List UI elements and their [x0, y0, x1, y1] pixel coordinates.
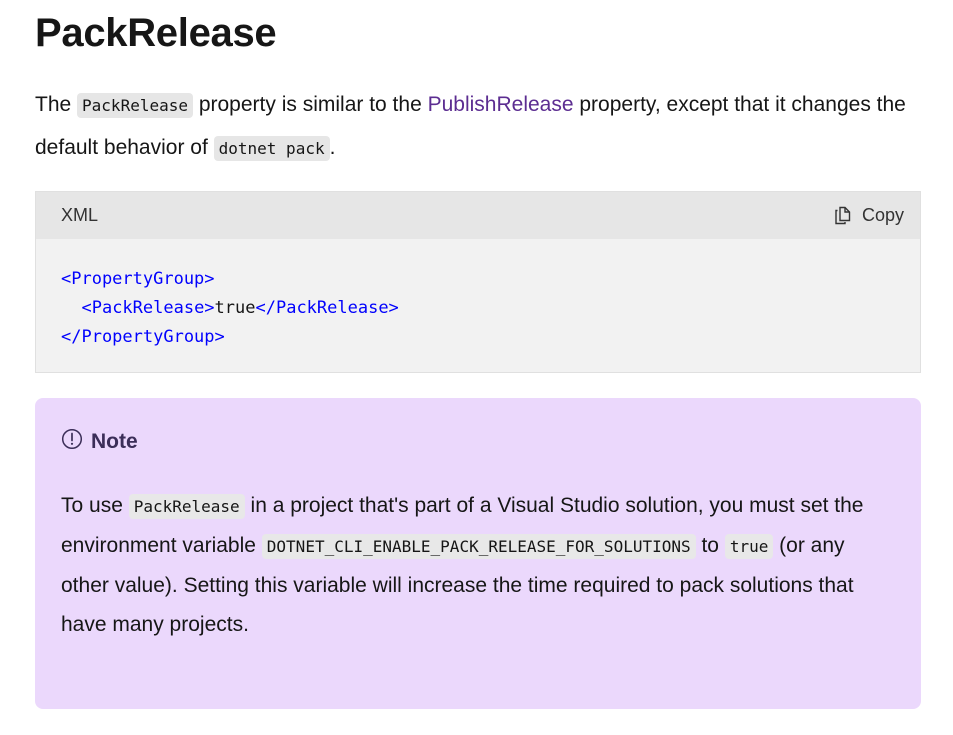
note-title: Note — [61, 428, 138, 456]
inline-code-dotnet-pack: dotnet pack — [213, 136, 330, 161]
intro-text-1: The — [35, 93, 78, 116]
copy-button[interactable]: Copy — [834, 205, 904, 226]
publishrelease-link[interactable]: PublishRelease — [428, 93, 574, 116]
inline-code-packrelease: PackRelease — [77, 93, 193, 118]
intro-text-2: property is similar to the — [193, 93, 428, 116]
xml-tag-close-packrelease: </PackRelease> — [255, 298, 399, 318]
note-code-env-var: DOTNET_CLI_ENABLE_PACK_RELEASE_FOR_SOLUT… — [261, 534, 696, 559]
xml-indent — [61, 298, 81, 318]
copy-label: Copy — [861, 205, 904, 225]
code-body: <PropertyGroup> <PackRelease>true</PackR… — [36, 239, 920, 352]
note-text-3: to — [695, 534, 725, 557]
xml-tag-open-packrelease: <PackRelease> — [81, 298, 215, 318]
xml-tag-close-propertygroup: </PropertyGroup> — [61, 327, 225, 347]
intro-paragraph: The PackRelease property is similar to t… — [35, 84, 921, 170]
code-language-label: XML — [61, 205, 99, 225]
xml-value: true — [214, 298, 256, 318]
note-title-label: Note — [91, 430, 138, 453]
info-circle-icon — [61, 428, 83, 456]
note-callout: Note To use PackRelease in a project tha… — [35, 398, 921, 709]
code-block-header: XML Copy — [36, 192, 920, 239]
intro-text-4: . — [329, 136, 336, 159]
note-body: To use PackRelease in a project that's p… — [61, 486, 895, 644]
note-code-packrelease: PackRelease — [128, 494, 245, 519]
code-block: XML Copy <PropertyGroup> <PackRelease>tr… — [35, 191, 921, 373]
xml-tag-open-propertygroup: <PropertyGroup> — [61, 269, 215, 289]
page-title: PackRelease — [35, 11, 277, 55]
copy-icon — [834, 206, 852, 225]
note-text-1: To use — [61, 494, 129, 517]
note-code-true: true — [724, 534, 774, 559]
